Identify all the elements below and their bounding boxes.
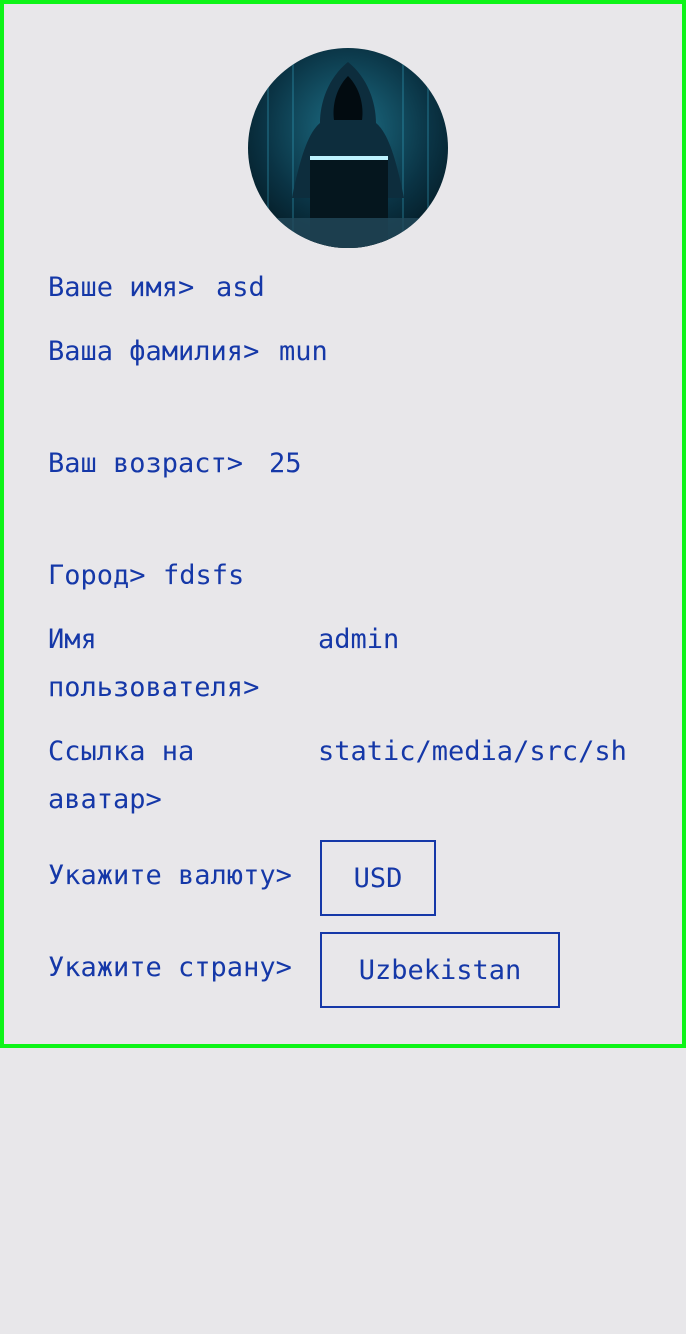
- username-value[interactable]: admin: [318, 616, 638, 664]
- surname-row: Ваша фамилия> mun: [48, 328, 579, 376]
- avatar: [248, 48, 448, 248]
- country-row: Укажите страну>: [48, 952, 292, 983]
- city-label: Город>: [48, 560, 146, 591]
- name-label: Ваше имя>: [48, 272, 195, 303]
- username-label: Имя пользователя>: [48, 624, 260, 703]
- profile-card: Ваше имя> asd Ваша фамилия> mun Ваш возр…: [0, 0, 686, 1048]
- avatar-link-label: Ссылка на аватар>: [48, 736, 195, 815]
- age-label: Ваш возраст>: [48, 448, 244, 479]
- currency-select[interactable]: USD: [320, 840, 436, 916]
- currency-row: Укажите валюту>: [48, 860, 292, 891]
- surname-label: Ваша фамилия>: [48, 336, 260, 367]
- city-row: Город> fdsfs: [48, 552, 563, 600]
- age-value[interactable]: 25: [269, 440, 569, 488]
- currency-value: USD: [353, 862, 403, 894]
- country-label: Укажите страну>: [48, 952, 292, 983]
- name-row: Ваше имя> asd: [48, 264, 616, 312]
- username-row: Имя пользователя> admin: [48, 616, 638, 712]
- city-value[interactable]: fdsfs: [163, 552, 563, 600]
- country-value: Uzbekistan: [358, 954, 522, 986]
- age-row: Ваш возраст> 25: [48, 440, 569, 488]
- hooded-hacker-icon: [248, 48, 448, 248]
- name-value[interactable]: asd: [216, 264, 616, 312]
- avatar-link-row: Ссылка на аватар> static/media/src/sh: [48, 728, 645, 824]
- avatar-link-value[interactable]: static/media/src/sh: [318, 728, 645, 776]
- country-select[interactable]: Uzbekistan: [320, 932, 560, 1008]
- surname-value[interactable]: mun: [279, 328, 579, 376]
- currency-label: Укажите валюту>: [48, 860, 292, 891]
